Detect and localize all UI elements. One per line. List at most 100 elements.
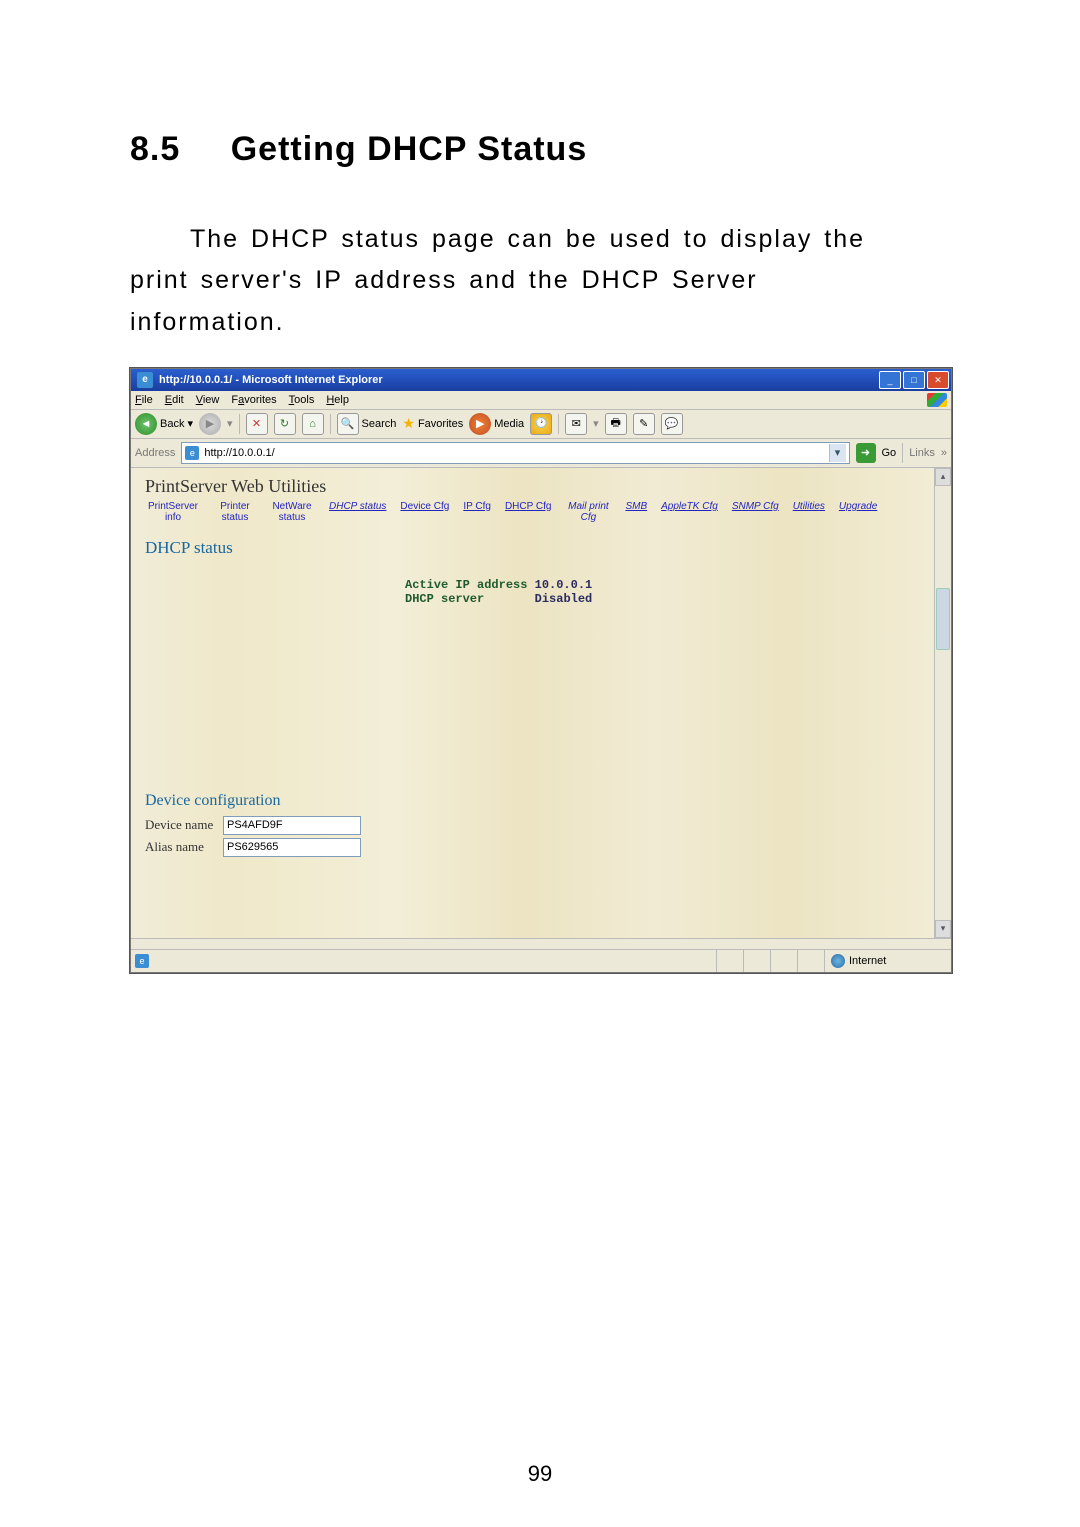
links-chevron-icon[interactable]: » [941, 447, 947, 459]
separator [330, 414, 331, 434]
address-dropdown-button[interactable]: ▾ [829, 444, 846, 462]
nav-ip-cfg[interactable]: IP Cfg [463, 501, 491, 524]
nav-links: PrintServer info Printer status NetWare … [145, 501, 941, 524]
address-label: Address [135, 447, 175, 459]
nav-mail-print-cfg[interactable]: Mail print Cfg [565, 501, 611, 524]
device-name-input[interactable] [223, 816, 361, 835]
active-ip-value: 10.0.0.1 [535, 578, 593, 592]
print-button[interactable]: 🖶 [605, 413, 627, 435]
search-icon: 🔍 [337, 413, 359, 435]
search-button[interactable]: 🔍 Search [337, 413, 397, 435]
nav-snmp-cfg[interactable]: SNMP Cfg [732, 501, 779, 524]
title-bar: e http://10.0.0.1/ - Microsoft Internet … [131, 369, 951, 391]
maximize-button[interactable]: □ [903, 371, 925, 389]
alias-name-row: Alias name [145, 838, 941, 857]
device-name-row: Device name [145, 816, 941, 835]
toolbar: ◄ Back ▾ ▶ ▾ ✕ ↻ ⌂ 🔍 Search ★ Favorites … [131, 410, 951, 439]
nav-device-cfg[interactable]: Device Cfg [400, 501, 449, 524]
scroll-down-button[interactable]: ▾ [935, 920, 951, 938]
chevron-down-icon: ▾ [593, 417, 599, 430]
nav-appletk-cfg[interactable]: AppleTK Cfg [661, 501, 718, 524]
separator [902, 443, 903, 463]
nav-printserver-info[interactable]: PrintServer info [145, 501, 201, 524]
media-icon: ▶ [469, 413, 491, 435]
close-button[interactable]: ✕ [927, 371, 949, 389]
nav-upgrade[interactable]: Upgrade [839, 501, 877, 524]
body-paragraph: The DHCP status page can be used to disp… [130, 219, 950, 343]
separator [239, 414, 240, 434]
section-heading: 8.5 Getting DHCP Status [130, 130, 950, 169]
ie-icon: e [137, 372, 153, 388]
ie-window: e http://10.0.0.1/ - Microsoft Internet … [130, 368, 952, 973]
page-number: 99 [0, 1461, 1080, 1487]
globe-icon [831, 954, 845, 968]
section-title: Getting DHCP Status [231, 130, 588, 169]
alias-name-input[interactable] [223, 838, 361, 857]
forward-button[interactable]: ▶ [199, 413, 221, 435]
dhcp-status-heading: DHCP status [145, 538, 941, 558]
refresh-button[interactable]: ↻ [274, 413, 296, 435]
chevron-down-icon: ▾ [187, 417, 193, 430]
menu-bar: File Edit View Favorites Tools Help [131, 391, 951, 410]
separator [558, 414, 559, 434]
menu-view[interactable]: View [196, 394, 220, 406]
scroll-up-button[interactable]: ▴ [935, 468, 951, 486]
dhcp-server-value: Disabled [535, 592, 593, 606]
edit-button[interactable]: ✎ [633, 413, 655, 435]
mail-button[interactable]: ✉ [565, 413, 587, 435]
ie-icon: e [185, 446, 199, 460]
spacer [131, 938, 951, 949]
status-pane [743, 950, 770, 972]
active-ip-label: Active IP address [405, 578, 527, 592]
nav-netware-status[interactable]: NetWare status [269, 501, 315, 524]
para-line-1: The DHCP status page can be used to disp… [190, 225, 865, 253]
window-title: http://10.0.0.1/ - Microsoft Internet Ex… [157, 369, 879, 391]
nav-printer-status[interactable]: Printer status [215, 501, 255, 524]
go-button[interactable]: ➜ [856, 443, 876, 463]
menu-edit[interactable]: Edit [165, 394, 184, 406]
page-content: ▴ ▾ PrintServer Web Utilities PrintServe… [131, 468, 951, 938]
zone-pane: Internet [824, 950, 951, 972]
links-label[interactable]: Links [909, 447, 935, 459]
nav-smb[interactable]: SMB [625, 501, 647, 524]
back-icon: ◄ [135, 413, 157, 435]
para-line-2: print server's IP address and the DHCP S… [130, 266, 758, 294]
status-pane [716, 950, 743, 972]
vertical-scrollbar[interactable]: ▴ ▾ [934, 468, 951, 938]
device-name-label: Device name [145, 817, 219, 833]
address-box[interactable]: e ▾ [181, 442, 849, 464]
chevron-down-icon: ▾ [227, 417, 233, 430]
menu-file[interactable]: File [135, 394, 153, 406]
nav-utilities[interactable]: Utilities [793, 501, 825, 524]
dhcp-server-label: DHCP server [405, 592, 484, 606]
menu-tools[interactable]: Tools [289, 394, 315, 406]
status-pane [797, 950, 824, 972]
nav-dhcp-status[interactable]: DHCP status [329, 501, 386, 524]
device-config-heading: Device configuration [145, 792, 941, 810]
back-button[interactable]: ◄ Back ▾ [135, 413, 193, 435]
status-bar: e Internet [131, 949, 951, 972]
nav-dhcp-cfg[interactable]: DHCP Cfg [505, 501, 552, 524]
page-title: PrintServer Web Utilities [145, 476, 941, 497]
address-bar: Address e ▾ ➜ Go Links » [131, 439, 951, 468]
para-line-3: information. [130, 308, 285, 336]
history-button[interactable]: 🕑 [530, 413, 552, 435]
favorites-button[interactable]: ★ Favorites [402, 415, 463, 432]
windows-flag-icon [927, 393, 947, 407]
go-label: Go [882, 447, 897, 459]
stop-button[interactable]: ✕ [246, 413, 268, 435]
scroll-thumb[interactable] [936, 588, 950, 650]
zone-label: Internet [849, 955, 886, 967]
status-pane [770, 950, 797, 972]
media-button[interactable]: ▶ Media [469, 413, 524, 435]
menu-help[interactable]: Help [326, 394, 349, 406]
section-number: 8.5 [130, 130, 180, 169]
menu-favorites[interactable]: Favorites [231, 394, 276, 406]
ie-icon: e [135, 954, 149, 968]
discuss-button[interactable]: 💬 [661, 413, 683, 435]
address-input[interactable] [202, 446, 828, 460]
alias-name-label: Alias name [145, 839, 219, 855]
home-button[interactable]: ⌂ [302, 413, 324, 435]
star-icon: ★ [402, 415, 415, 432]
minimize-button[interactable]: _ [879, 371, 901, 389]
